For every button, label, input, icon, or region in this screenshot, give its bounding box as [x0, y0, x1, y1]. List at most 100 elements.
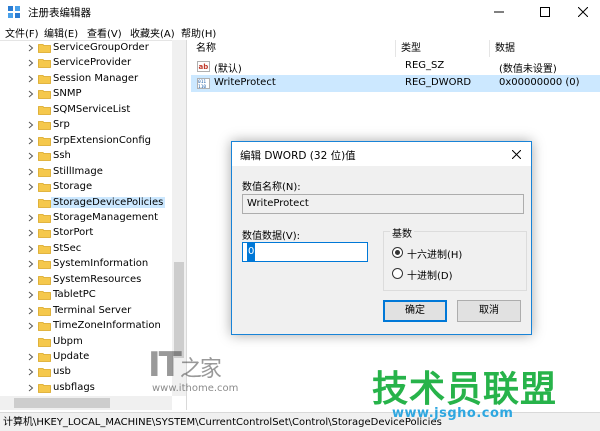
close-icon: [578, 7, 588, 17]
folder-icon: [38, 260, 51, 270]
chevron-right-icon[interactable]: [26, 227, 36, 239]
value-type: REG_DWORD: [405, 77, 472, 88]
tree-item-label: SystemResources: [53, 273, 142, 285]
menu-file[interactable]: 文件(F): [5, 25, 39, 40]
tree-item-label: SQMServiceList: [53, 103, 131, 115]
value-data-input[interactable]: 0: [242, 242, 368, 262]
value-name: WriteProtect: [214, 77, 276, 88]
menu-help[interactable]: 帮助(H): [181, 25, 216, 40]
chevron-right-icon[interactable]: [26, 166, 36, 178]
value-data: 0x00000000 (0): [499, 77, 580, 88]
radio-hexadecimal[interactable]: 十六进制(H): [392, 246, 522, 261]
column-header-name[interactable]: 名称: [191, 40, 396, 57]
tree-item[interactable]: usbflags: [0, 381, 172, 396]
maximize-button[interactable]: [528, 0, 562, 24]
tree-item[interactable]: TimeZoneInformation: [0, 319, 172, 334]
radio-decimal[interactable]: 十进制(D): [392, 267, 522, 282]
chevron-right-icon[interactable]: [26, 135, 36, 147]
radio-button-unchecked[interactable]: [392, 268, 403, 279]
tree-item-label: Ubpm: [53, 335, 83, 347]
tree-item[interactable]: ServiceProvider: [0, 56, 172, 71]
chevron-right-icon[interactable]: [26, 88, 36, 100]
tree-item[interactable]: StSec: [0, 242, 172, 257]
chevron-right-icon[interactable]: [26, 42, 36, 54]
menu-edit[interactable]: 编辑(E): [44, 25, 78, 40]
title-bar[interactable]: 注册表编辑器: [0, 0, 600, 24]
chevron-right-icon[interactable]: [26, 212, 36, 224]
folder-icon: [38, 229, 51, 239]
tree-item[interactable]: StorageDevicePolicies: [0, 196, 172, 211]
chevron-right-icon[interactable]: [26, 119, 36, 131]
chevron-right-icon[interactable]: [26, 320, 36, 332]
tree-item[interactable]: SNMP: [0, 87, 172, 102]
tree-item[interactable]: Ubpm: [0, 335, 172, 350]
dialog-close-button[interactable]: [501, 142, 531, 166]
tree-item[interactable]: TabletPC: [0, 288, 172, 303]
folder-icon: [38, 198, 51, 208]
tree-item[interactable]: StorageManagement: [0, 211, 172, 226]
tree-item[interactable]: StorPort: [0, 226, 172, 241]
tree-item-label: SNMP: [53, 88, 82, 100]
tree-item-label: StorageDevicePolicies: [51, 196, 166, 208]
minimize-icon: [494, 11, 504, 13]
folder-icon: [38, 105, 51, 115]
chevron-right-icon[interactable]: [26, 243, 36, 255]
ok-button[interactable]: 确定: [383, 300, 447, 322]
chevron-right-icon[interactable]: [26, 366, 36, 378]
column-header-type[interactable]: 类型: [396, 40, 490, 57]
tree-item[interactable]: Session Manager: [0, 72, 172, 87]
chevron-right-icon[interactable]: [26, 305, 36, 317]
chevron-right-icon[interactable]: [26, 258, 36, 270]
tree-item[interactable]: usb: [0, 365, 172, 380]
tree-vertical-scrollbar[interactable]: [172, 40, 186, 396]
menu-favorites[interactable]: 收藏夹(A): [130, 25, 175, 40]
jsgho-watermark-url: www.jsgho.com: [392, 406, 514, 421]
tree-item[interactable]: Srp: [0, 118, 172, 133]
tree-item[interactable]: Update: [0, 350, 172, 365]
chevron-right-icon[interactable]: [26, 73, 36, 85]
scrollbar-thumb[interactable]: [14, 398, 110, 408]
folder-icon: [38, 383, 51, 393]
chevron-right-icon[interactable]: [26, 351, 36, 363]
tree-horizontal-scrollbar[interactable]: [0, 396, 172, 410]
tree-item[interactable]: SystemResources: [0, 273, 172, 288]
tree-item-label: ServiceProvider: [53, 57, 132, 69]
tree-item[interactable]: StillImage: [0, 165, 172, 180]
folder-icon: [38, 353, 51, 362]
value-name: (默认): [214, 64, 242, 75]
tree-item-label: StorPort: [53, 227, 94, 239]
base-group-title: 基数: [390, 225, 414, 240]
value-name-field[interactable]: WriteProtect: [242, 194, 524, 214]
column-header-data[interactable]: 数据: [490, 40, 600, 57]
tree-item-label: Srp: [53, 119, 70, 131]
tree-item[interactable]: SrpExtensionConfig: [0, 134, 172, 149]
value-row-default[interactable]: ab (默认) REG_SZ (数值未设置): [191, 58, 600, 75]
minimize-button[interactable]: [482, 0, 516, 24]
tree-item[interactable]: SystemInformation: [0, 257, 172, 272]
folder-icon: [38, 121, 51, 131]
folder-icon: [38, 322, 51, 331]
ithome-watermark-url: www.ithome.com: [152, 383, 239, 394]
tree-item[interactable]: Ssh: [0, 149, 172, 164]
folder-icon: [38, 183, 51, 192]
chevron-right-icon[interactable]: [26, 57, 36, 69]
tree-item[interactable]: ServiceGroupOrder: [0, 41, 172, 56]
chevron-right-icon[interactable]: [26, 289, 36, 301]
chevron-right-icon[interactable]: [26, 274, 36, 286]
dialog-body: 数值名称(N): WriteProtect 数值数据(V): 0 基数 十六进制…: [232, 166, 531, 334]
chevron-right-icon[interactable]: [26, 150, 36, 162]
value-row-writeprotect[interactable]: 011 110 WriteProtect REG_DWORD 0x0000000…: [191, 75, 600, 92]
scrollbar-thumb[interactable]: [174, 262, 184, 358]
folder-icon: [38, 214, 51, 223]
radio-button-checked[interactable]: [392, 247, 403, 258]
menu-view[interactable]: 查看(V): [87, 25, 122, 40]
tree-item[interactable]: SQMServiceList: [0, 103, 172, 118]
chevron-right-icon[interactable]: [26, 382, 36, 394]
tree-item-label: Storage: [53, 181, 93, 193]
tree-item-label: Terminal Server: [53, 304, 132, 316]
close-button[interactable]: [566, 0, 600, 24]
tree-item[interactable]: Terminal Server: [0, 304, 172, 319]
tree-item[interactable]: Storage: [0, 180, 172, 195]
chevron-right-icon[interactable]: [26, 181, 36, 193]
cancel-button[interactable]: 取消: [457, 300, 521, 322]
